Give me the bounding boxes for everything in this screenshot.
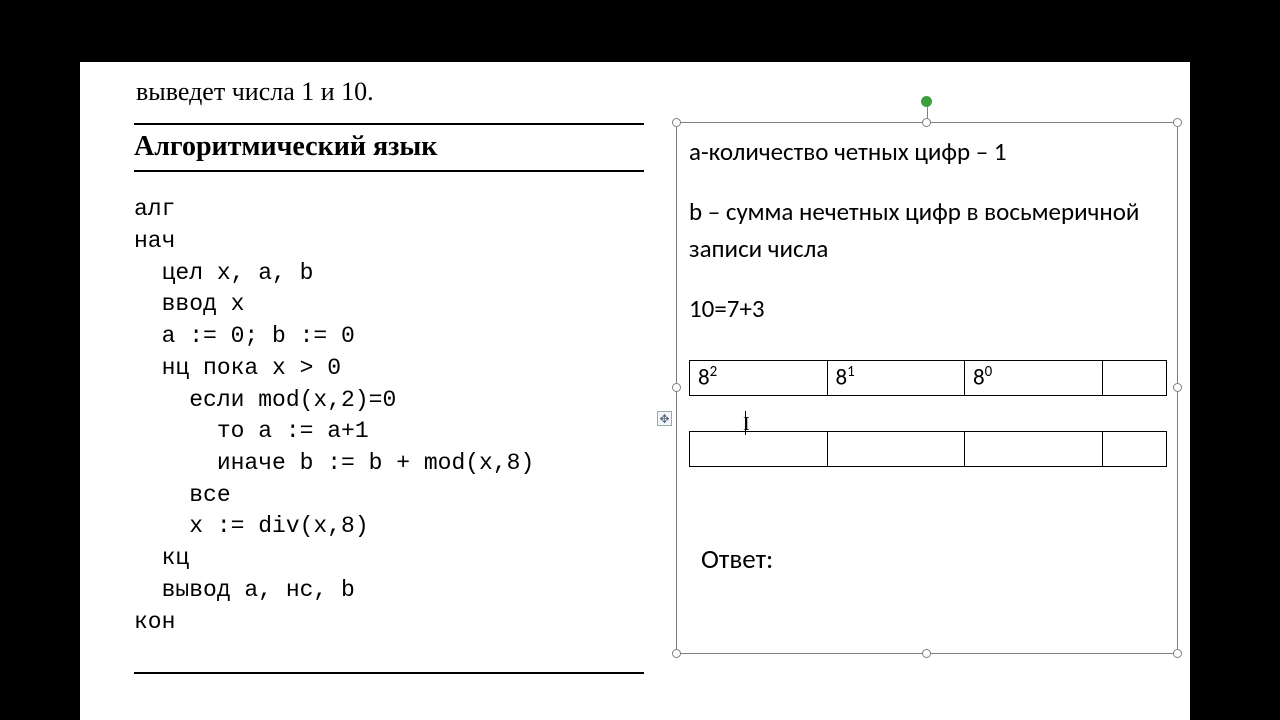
textbox-selected[interactable]: ✥ a-количество четных цифр – 1 b – сумма… [676,122,1178,654]
answer-label: Ответ: [701,543,773,576]
cell-8-2[interactable]: 82 [690,361,828,396]
resize-handle-mr[interactable] [1173,383,1182,392]
octal-table-wrap: 82 81 80 [689,360,1167,467]
table-move-handle-icon[interactable]: ✥ [657,411,672,426]
separator-line [134,672,644,674]
section-heading: Алгоритмический язык [134,123,644,172]
resize-handle-tm[interactable] [922,118,931,127]
cell-gap[interactable] [690,396,1167,432]
cell-v4[interactable] [1102,432,1167,467]
note-equation: 10=7+3 [689,290,1165,328]
cell-8-1[interactable]: 81 [827,361,965,396]
table-row-headers: 82 81 80 [690,361,1167,396]
left-column: выведет числа 1 и 10. Алгоритмический яз… [134,62,644,638]
cell-v3[interactable] [965,432,1103,467]
note-a: a-количество четных цифр – 1 [689,133,1165,171]
rotate-handle[interactable] [921,96,932,107]
resize-handle-tr[interactable] [1173,118,1182,127]
intro-fragment: выведет числа 1 и 10. [134,62,644,123]
octal-table[interactable]: 82 81 80 [689,360,1167,467]
resize-handle-ml[interactable] [672,383,681,392]
resize-handle-bl[interactable] [672,649,681,658]
cell-blank-h[interactable] [1102,361,1167,396]
table-row-gap [690,396,1167,432]
text-cursor-icon [745,411,746,435]
table-row-values [690,432,1167,467]
resize-handle-br[interactable] [1173,649,1182,658]
cell-v2[interactable] [827,432,965,467]
algorithm-code: алг нач цел x, a, b ввод x a := 0; b := … [134,172,644,638]
cell-8-0[interactable]: 80 [965,361,1103,396]
resize-handle-bm[interactable] [922,649,931,658]
resize-handle-tl[interactable] [672,118,681,127]
document-page: выведет числа 1 и 10. Алгоритмический яз… [80,62,1190,720]
textbox-content[interactable]: a-количество четных цифр – 1 b – сумма н… [689,133,1165,647]
note-b: b – сумма нечетных цифр в восьмеричной з… [689,193,1165,268]
cell-v1[interactable] [690,432,828,467]
